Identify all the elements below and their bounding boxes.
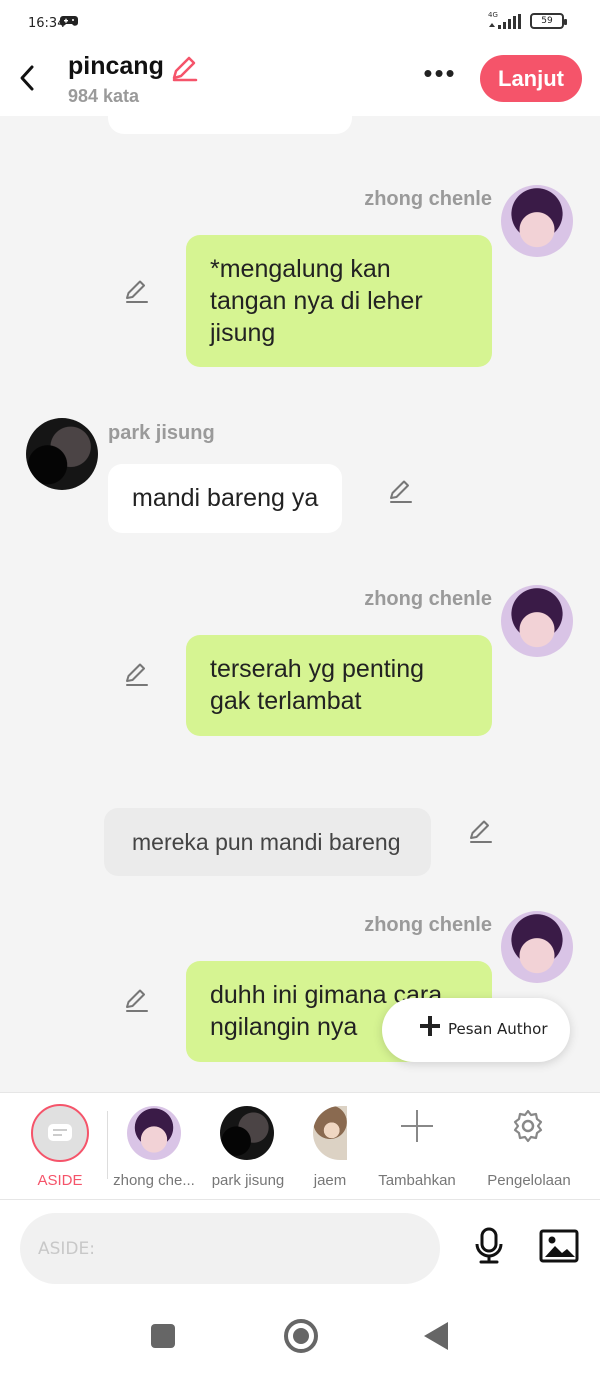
speaker-name: zhong chenle — [364, 588, 492, 610]
aside-chat-icon — [48, 1124, 72, 1141]
character-park-jisung[interactable] — [220, 1106, 274, 1160]
app-header: pincang 984 kata ••• Lanjut — [0, 44, 600, 116]
back-arrow-icon[interactable] — [18, 64, 36, 97]
divider — [107, 1111, 108, 1179]
message-input[interactable] — [20, 1213, 440, 1284]
zhong-chenle-avatar[interactable] — [501, 585, 573, 657]
edit-pencil-icon[interactable] — [468, 818, 494, 844]
character-label: park jisung — [211, 1172, 285, 1189]
story-title: pincang — [68, 52, 164, 80]
park-jisung-avatar[interactable] — [26, 418, 98, 490]
manage-characters-label[interactable]: Pengelolaan — [476, 1172, 582, 1189]
narration-bubble[interactable]: mereka pun mandi bareng — [104, 808, 431, 876]
add-character-plus-icon[interactable] — [401, 1110, 433, 1142]
chat-story-editor: 16:34 4G 59 pincang 984 kata ••• Lanjut … — [0, 0, 600, 1375]
recents-square-icon[interactable] — [151, 1324, 175, 1348]
message-bubble[interactable]: mandi bareng ya — [108, 464, 343, 533]
message-author-label: Pesan Author — [448, 1020, 548, 1038]
more-horizontal-icon[interactable]: ••• — [420, 60, 460, 92]
back-triangle-icon[interactable] — [424, 1322, 448, 1350]
previous-message-bubble[interactable] — [108, 116, 352, 134]
next-button[interactable]: Lanjut — [480, 55, 582, 102]
aside-character-button[interactable] — [31, 1104, 89, 1162]
gear-icon[interactable] — [510, 1108, 546, 1149]
zhong-chenle-avatar[interactable] — [501, 185, 573, 257]
battery-icon: 59 — [530, 13, 567, 29]
input-bar — [0, 1200, 600, 1295]
edit-pencil-icon[interactable] — [124, 987, 150, 1013]
plus-icon — [420, 1016, 440, 1036]
character-zhong-chenle[interactable] — [127, 1106, 181, 1160]
message-bubble[interactable]: *mengalung kan tangan nya di leher jisun… — [186, 235, 492, 367]
aside-label: ASIDE — [37, 1172, 83, 1189]
edit-pencil-icon[interactable] — [124, 278, 150, 304]
image-icon[interactable] — [539, 1229, 579, 1268]
message-author-button[interactable]: Pesan Author — [382, 998, 570, 1062]
edit-pencil-icon[interactable] — [388, 478, 414, 504]
system-nav-bar — [0, 1295, 600, 1375]
character-bar: ASIDE zhong che... park jisung jaem Tamb… — [0, 1092, 600, 1200]
speaker-name: zhong chenle — [364, 188, 492, 210]
speaker-name: zhong chenle — [364, 914, 492, 936]
message-bubble[interactable]: terserah yg penting gak terlambat — [186, 635, 492, 736]
character-label: jaem — [313, 1172, 347, 1189]
microphone-icon[interactable] — [472, 1227, 506, 1270]
word-count: 984 kata — [68, 86, 140, 106]
zhong-chenle-avatar[interactable] — [501, 911, 573, 983]
home-circle-icon[interactable] — [284, 1319, 318, 1353]
edit-title-pencil-icon[interactable] — [170, 54, 198, 87]
status-bar: 16:34 4G 59 — [0, 0, 600, 44]
chat-area: zhong chenle *mengalung kan tangan nya d… — [0, 116, 600, 1092]
gamepad-icon — [60, 14, 78, 32]
character-label: zhong che... — [113, 1172, 195, 1189]
edit-pencil-icon[interactable] — [124, 661, 150, 687]
speaker-name: park jisung — [108, 422, 215, 444]
add-character-label[interactable]: Tambahkan — [370, 1172, 464, 1189]
signal-icon — [488, 14, 522, 35]
character-jaemin[interactable] — [313, 1106, 347, 1160]
